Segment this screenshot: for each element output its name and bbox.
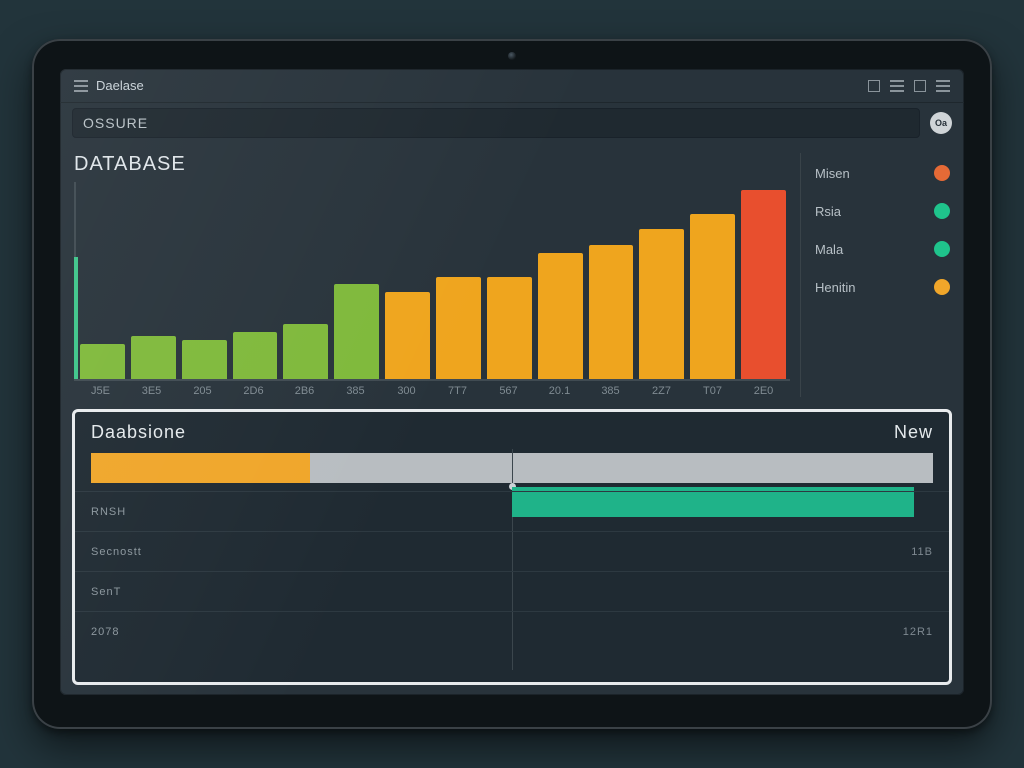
chart-bar bbox=[80, 344, 125, 379]
row-value: 11B bbox=[911, 546, 933, 558]
app-title: Daelase bbox=[96, 78, 144, 93]
account-badge[interactable]: Oa bbox=[930, 112, 952, 134]
row-value: 12R1 bbox=[903, 626, 933, 638]
row-label: Secnostt bbox=[91, 546, 142, 558]
list-item[interactable]: 2078 12R1 bbox=[75, 611, 949, 651]
new-button[interactable]: New bbox=[894, 422, 933, 443]
chart-bar bbox=[385, 292, 430, 379]
legend-dot-icon bbox=[934, 279, 950, 295]
searchrow: OSSURE Oa bbox=[60, 103, 964, 143]
x-tick-label: 2E0 bbox=[741, 385, 786, 397]
legend-item[interactable]: Rsia bbox=[815, 197, 950, 225]
x-tick-label: 7T7 bbox=[435, 385, 480, 397]
chart-bar bbox=[589, 245, 634, 379]
chart-bar bbox=[690, 214, 735, 379]
titlebar: Daelase bbox=[60, 69, 964, 103]
screen: Daelase OSSURE Oa DATABASE bbox=[60, 69, 964, 695]
list-item[interactable]: SenT bbox=[75, 571, 949, 611]
chart-bar bbox=[283, 324, 328, 379]
chart-bar bbox=[487, 277, 532, 379]
account-badge-text: Oa bbox=[935, 118, 947, 128]
list-item[interactable]: Secnostt 11B bbox=[75, 531, 949, 571]
row-label: RNSH bbox=[91, 506, 126, 518]
chart-area: DATABASE J5E 3E5 205 2D6 2B6 385 300 7T7 567 20.1… bbox=[74, 153, 790, 397]
x-tick-label: 205 bbox=[180, 385, 225, 397]
legend-item[interactable]: Henitin bbox=[815, 273, 950, 301]
chart-panel: DATABASE J5E 3E5 205 2D6 2B6 385 300 7T7 567 20.1… bbox=[60, 143, 964, 405]
x-tick-label: 2Z7 bbox=[639, 385, 684, 397]
toolbar-icon-b[interactable] bbox=[890, 80, 904, 92]
list-item[interactable]: RNSH bbox=[75, 491, 949, 531]
legend-item[interactable]: Mala bbox=[815, 235, 950, 263]
chart-bar bbox=[334, 284, 379, 379]
search-label: OSSURE bbox=[83, 115, 148, 131]
x-tick-label: 2D6 bbox=[231, 385, 276, 397]
legend-dot-icon bbox=[934, 165, 950, 181]
lower-panel-title: Daabsione bbox=[91, 422, 186, 443]
chart-bar bbox=[538, 253, 583, 379]
legend-dot-icon bbox=[934, 241, 950, 257]
x-tick-label: J5E bbox=[78, 385, 123, 397]
chart-plot bbox=[74, 182, 790, 381]
row-label: SenT bbox=[91, 586, 121, 598]
x-tick-label: 385 bbox=[588, 385, 633, 397]
tablet-frame: Daelase OSSURE Oa DATABASE bbox=[32, 39, 992, 729]
front-camera bbox=[508, 52, 516, 60]
y-axis-accent bbox=[74, 257, 78, 379]
chart-bar bbox=[436, 277, 481, 379]
x-tick-label: 567 bbox=[486, 385, 531, 397]
toolbar-icon-d[interactable] bbox=[936, 80, 950, 92]
toolbar-icon-c[interactable] bbox=[914, 80, 926, 92]
chart-bar bbox=[131, 336, 176, 379]
chart-x-labels: J5E 3E5 205 2D6 2B6 385 300 7T7 567 20.1 385 2Z7 T07… bbox=[74, 381, 790, 397]
lower-panel-header: Daabsione New bbox=[75, 412, 949, 449]
chart-bar bbox=[182, 340, 227, 379]
legend-label: Henitin bbox=[815, 280, 855, 295]
x-tick-label: T07 bbox=[690, 385, 735, 397]
legend-label: Mala bbox=[815, 242, 843, 257]
lower-panel: Daabsione New RNSH Secnostt 11B SenT 2078 12R… bbox=[72, 409, 952, 685]
legend-label: Rsia bbox=[815, 204, 841, 219]
toolbar-icon-a[interactable] bbox=[868, 80, 880, 92]
chart-title: DATABASE bbox=[74, 153, 790, 176]
row-label: 2078 bbox=[91, 626, 119, 638]
data-rows: RNSH Secnostt 11B SenT 2078 12R1 bbox=[75, 491, 949, 651]
chart-legend: Misen Rsia Mala Henitin bbox=[800, 153, 950, 397]
legend-dot-icon bbox=[934, 203, 950, 219]
legend-label: Misen bbox=[815, 166, 850, 181]
x-tick-label: 385 bbox=[333, 385, 378, 397]
x-tick-label: 20.1 bbox=[537, 385, 582, 397]
legend-item[interactable]: Misen bbox=[815, 159, 950, 187]
lower-panel-body: RNSH Secnostt 11B SenT 2078 12R1 bbox=[75, 449, 949, 682]
x-tick-label: 300 bbox=[384, 385, 429, 397]
search-input[interactable]: OSSURE bbox=[72, 108, 920, 138]
x-tick-label: 2B6 bbox=[282, 385, 327, 397]
menu-icon[interactable] bbox=[74, 80, 88, 92]
chart-bar bbox=[639, 229, 684, 379]
track-segment bbox=[310, 453, 933, 483]
track-segment bbox=[91, 453, 310, 483]
chart-bar bbox=[233, 332, 278, 379]
chart-bar bbox=[741, 190, 786, 379]
x-tick-label: 3E5 bbox=[129, 385, 174, 397]
